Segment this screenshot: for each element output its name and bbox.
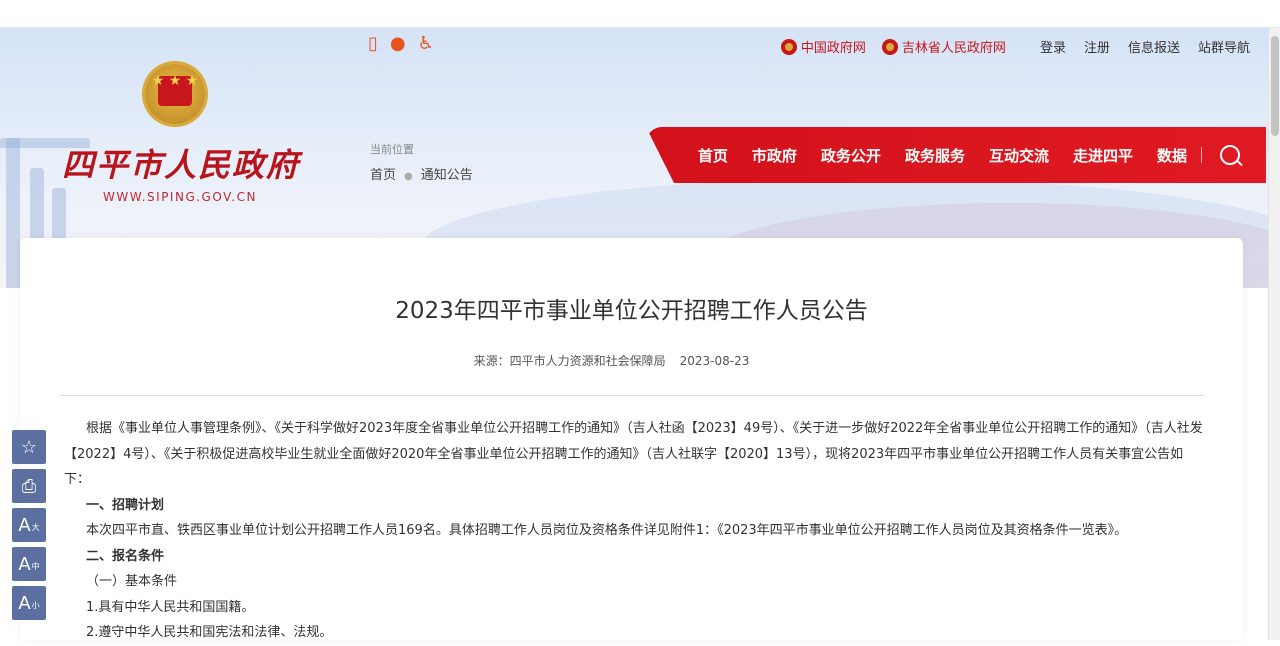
nav-gov-affairs-open[interactable]: 政务公开 [821,145,881,166]
top-links: 中国政府网 吉林省人民政府网 登录 注册 信息报送 站群导航 [780,37,1250,56]
nav-about-siping[interactable]: 走进四平 [1073,145,1133,166]
nav-divider [1201,147,1202,163]
page-scrollbar[interactable] [1268,28,1280,640]
register-link[interactable]: 注册 [1084,37,1110,56]
browser-top-strip [0,0,1280,28]
title-divider [60,395,1204,396]
font-medium-icon[interactable]: A中 [12,547,46,581]
info-submit-link[interactable]: 信息报送 [1128,37,1180,56]
site-logo-text[interactable]: 四平市人民政府 [62,140,300,186]
font-small-icon[interactable]: A小 [12,586,46,620]
link-china-gov[interactable]: 中国政府网 [780,37,866,56]
subsection-heading: （一）基本条件 [86,574,178,589]
breadcrumb-home[interactable]: 首页 [370,168,396,183]
font-large-icon[interactable]: A大 [12,508,46,542]
section-heading: 一、招聘计划 [86,497,165,513]
wechat-icon[interactable]: ● [390,34,406,54]
search-icon[interactable] [1220,145,1240,165]
list-item: 2.遵守中华人民共和国宪法和法律、法规。 [86,625,333,640]
nav-interaction[interactable]: 互动交流 [989,145,1049,166]
article-date: 2023-08-23 [679,354,750,368]
article-paragraph: 根据《事业单位人事管理条例》、《关于科学做好2023年度全省事业单位公开招聘工作… [64,421,1203,487]
main-nav: 首页 市政府 政务公开 政务服务 互动交流 走进四平 数据 [646,127,1266,183]
side-toolbar: ☆ ⎙ A大 A中 A小 [12,430,48,625]
section-heading: 二、报名条件 [86,548,165,564]
nav-home[interactable]: 首页 [698,145,728,166]
print-icon[interactable]: ⎙ [12,469,46,503]
quick-access-icons: ▯ ● ♿ [368,34,434,54]
article-title: 2023年四平市事业单位公开招聘工作人员公告 [395,298,868,324]
breadcrumb: 首页 ● 通知公告 [370,168,473,183]
article-body: 根据《事业单位人事管理条例》、《关于科学做好2023年度全省事业单位公开招聘工作… [64,416,1204,646]
breadcrumb-label: 当前位置 [370,143,414,156]
nav-city-gov[interactable]: 市政府 [752,145,797,166]
article-source: 来源：四平市人力资源和社会保障局 [473,354,666,368]
nav-gov-services[interactable]: 政务服务 [905,145,965,166]
site-url: WWW.SIPING.GOV.CN [103,190,257,204]
emblem-icon [881,38,898,55]
national-emblem-logo: ★ ★ ★ [145,64,205,124]
link-jilin-gov[interactable]: 吉林省人民政府网 [881,37,1006,56]
emblem-icon [780,38,797,55]
list-item: 1.具有中华人民共和国国籍。 [86,599,255,615]
mobile-icon[interactable]: ▯ [368,34,378,54]
login-link[interactable]: 登录 [1040,37,1066,56]
article-paragraph: 本次四平市直、铁西区事业单位计划公开招聘工作人员169名。具体招聘工作人员岗位及… [86,523,1128,538]
accessibility-icon[interactable]: ♿ [418,34,434,54]
nav-data[interactable]: 数据 [1157,145,1187,166]
site-nav-link[interactable]: 站群导航 [1198,37,1250,56]
star-icon[interactable]: ☆ [12,430,46,464]
article-meta: 来源：四平市人力资源和社会保障局 2023-08-23 [0,352,1223,369]
breadcrumb-current[interactable]: 通知公告 [421,168,473,183]
scrollbar-thumb[interactable] [1271,36,1279,136]
